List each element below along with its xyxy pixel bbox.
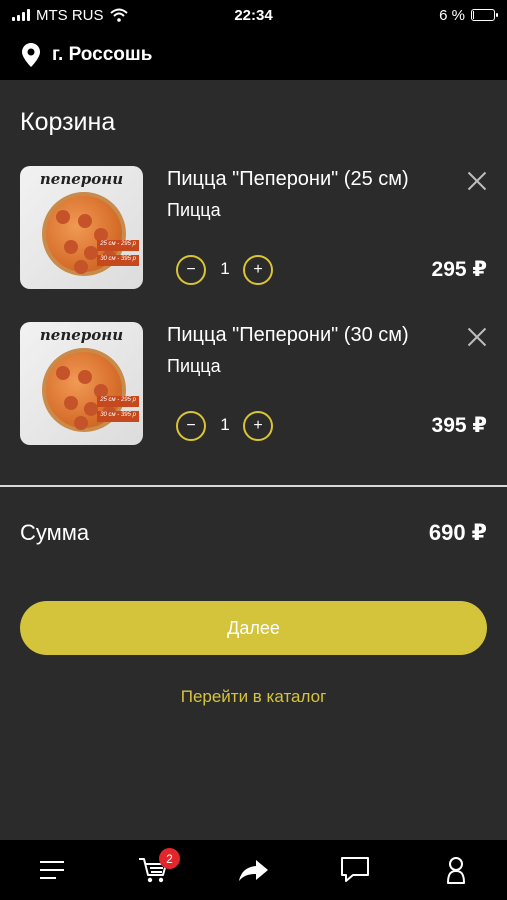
battery-icon: [471, 9, 498, 21]
product-image-title: пеперони: [39, 326, 124, 344]
status-bar: MTS RUS 22:34 6 %: [0, 0, 507, 30]
item-price: 395 ₽: [431, 414, 487, 437]
carrier-name: MTS RUS: [36, 6, 104, 24]
sum-label: Сумма: [20, 520, 90, 545]
product-image-title: пеперони: [39, 170, 124, 188]
cart-screen: Корзина пеперони 25 см - 295 р 30 см - 3…: [0, 80, 507, 840]
profile-icon: [447, 857, 465, 884]
quantity-value: 1: [220, 259, 230, 278]
menu-icon: [40, 861, 64, 879]
decrease-quantity-button[interactable]: −: [176, 255, 206, 285]
product-image-tag: 25 см - 295 р: [97, 240, 139, 251]
tab-menu[interactable]: [35, 855, 69, 885]
remove-item-button[interactable]: [466, 170, 488, 192]
item-name: Пицца "Пеперони" (25 см): [167, 168, 409, 190]
tab-share[interactable]: [237, 855, 271, 885]
item-name: Пицца "Пеперони" (30 см): [167, 324, 409, 346]
item-price: 295 ₽: [431, 258, 487, 281]
signal-icon: [12, 9, 30, 21]
chat-icon: [341, 857, 369, 882]
product-image[interactable]: пеперони 25 см - 295 р 30 см - 395 р: [20, 322, 143, 445]
tab-profile[interactable]: [439, 855, 473, 885]
increase-quantity-button[interactable]: +: [243, 255, 273, 285]
product-image-tag: 30 см - 395 р: [97, 255, 139, 266]
battery-percent: 6 %: [439, 6, 465, 24]
tab-cart[interactable]: 2: [136, 848, 180, 885]
next-button[interactable]: Далее: [20, 601, 487, 655]
remove-item-button[interactable]: [466, 326, 488, 348]
item-category: Пицца: [167, 356, 221, 376]
cart-badge: 2: [159, 848, 180, 869]
status-right: 6 %: [439, 6, 498, 24]
page-title: Корзина: [20, 108, 116, 136]
location-pin-icon: [22, 43, 40, 67]
product-image-tag: 25 см - 295 р: [97, 396, 139, 407]
tab-chat[interactable]: [338, 855, 372, 885]
share-icon: [239, 860, 268, 881]
status-left: MTS RUS: [12, 7, 128, 24]
location-bar[interactable]: г. Россошь: [0, 30, 507, 80]
increase-quantity-button[interactable]: +: [243, 411, 273, 441]
go-to-catalog-link[interactable]: Перейти в каталог: [0, 687, 507, 707]
sum-value: 690 ₽: [428, 520, 487, 545]
product-image-tag: 30 см - 395 р: [97, 411, 139, 422]
tab-bar: 2: [0, 840, 507, 900]
cart-item: пеперони 25 см - 295 р 30 см - 395 р Пиц…: [0, 322, 507, 452]
wifi-icon: [109, 8, 128, 22]
city-label: г. Россошь: [52, 44, 153, 65]
cart-item: пеперони 25 см - 295 р 30 см - 395 р Пиц…: [0, 166, 507, 296]
item-category: Пицца: [167, 200, 221, 220]
product-image[interactable]: пеперони 25 см - 295 р 30 см - 395 р: [20, 166, 143, 289]
decrease-quantity-button[interactable]: −: [176, 411, 206, 441]
quantity-value: 1: [220, 415, 230, 434]
divider: [0, 485, 507, 487]
